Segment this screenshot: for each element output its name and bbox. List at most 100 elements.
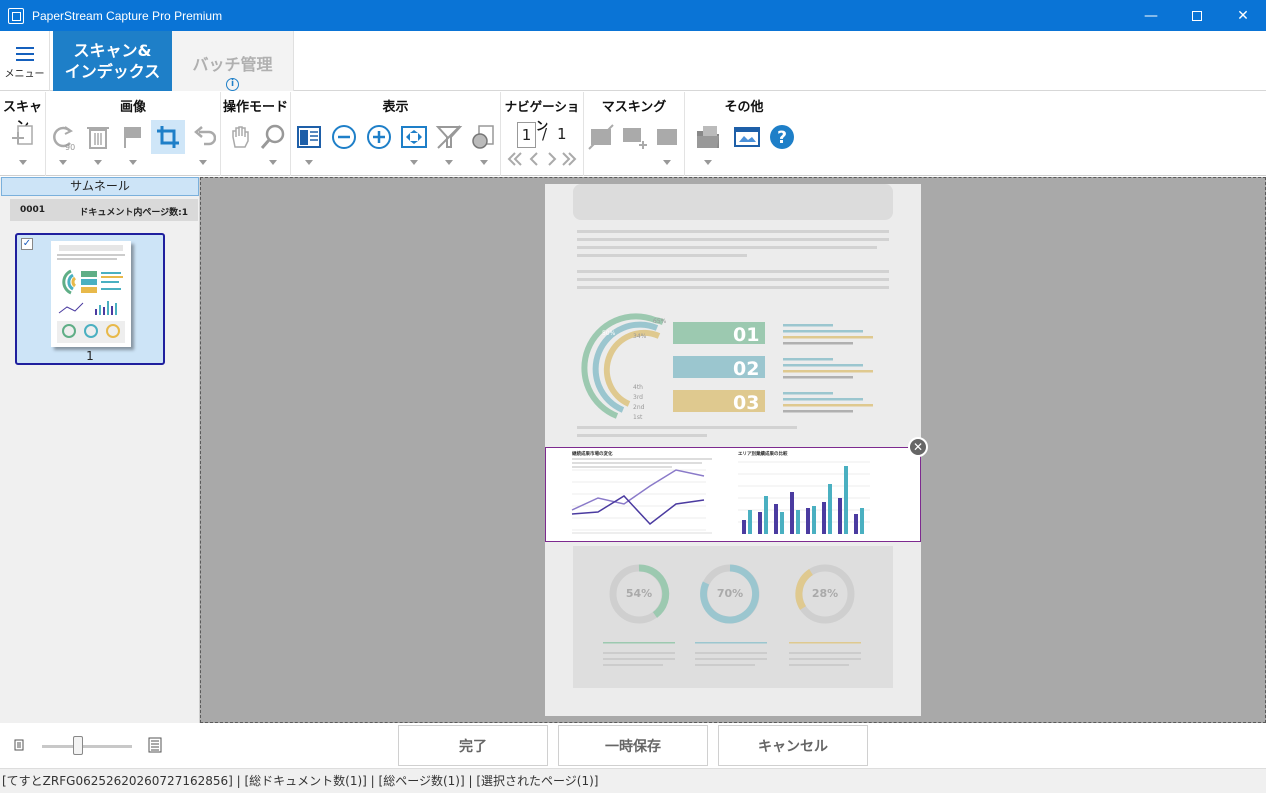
- fit-dropdown-caret[interactable]: [410, 160, 418, 165]
- help-button[interactable]: ?: [765, 120, 799, 154]
- thumbnail-page-image: [51, 241, 131, 347]
- app-icon: [8, 7, 24, 24]
- zoom-in-button[interactable]: [362, 120, 396, 154]
- scan-insert-button[interactable]: [6, 120, 40, 154]
- mask-add-button[interactable]: [617, 120, 651, 154]
- maximize-button[interactable]: [1174, 0, 1220, 31]
- magnifier-icon: [260, 124, 285, 149]
- close-window-button[interactable]: ✕: [1220, 0, 1266, 31]
- zoom-in-icon: [367, 125, 391, 149]
- menu-label: メニュー: [4, 68, 45, 80]
- hand-icon: [232, 126, 249, 148]
- thumbnail-checkbox[interactable]: ✓: [21, 238, 33, 250]
- delete-dropdown-caret[interactable]: [94, 160, 102, 165]
- ring-label-3rd: 3rd: [633, 394, 643, 401]
- large-page-icon: [148, 737, 162, 753]
- window-title: PaperStream Capture Pro Premium: [32, 8, 223, 23]
- zoom-out-button[interactable]: [327, 120, 361, 154]
- group-other-title: その他: [724, 100, 764, 115]
- help-icon: ?: [770, 125, 794, 149]
- filter-icon: [435, 125, 463, 149]
- doc-page-count: ドキュメント内ページ数:1: [79, 208, 188, 218]
- group-masking: マスキング: [584, 92, 685, 176]
- ring-label-65: 65%: [653, 318, 667, 325]
- navigation-arrows: [507, 152, 577, 166]
- scan-insert-icon: [12, 125, 33, 145]
- percent-54: 54%: [625, 587, 653, 600]
- zoom-tool-button[interactable]: [256, 120, 290, 154]
- filter-dropdown-caret[interactable]: [445, 160, 453, 165]
- percent-70: 70%: [716, 587, 744, 600]
- zoom-slider-thumb[interactable]: [73, 736, 83, 755]
- fit-page-button[interactable]: [397, 120, 431, 154]
- group-operation-mode: 操作モード: [221, 92, 291, 176]
- ring-label-34: 34%: [633, 333, 647, 340]
- group-navigation: ナビゲーション 1 / 1: [501, 92, 584, 176]
- page-view-button[interactable]: [292, 120, 326, 154]
- page-view-icon: [297, 126, 321, 148]
- page-thumbnail[interactable]: ✓ 1: [15, 233, 165, 365]
- zoom-slider-track[interactable]: [42, 745, 132, 748]
- flag-button[interactable]: [116, 120, 150, 154]
- document-row[interactable]: 0001 ドキュメント内ページ数:1: [10, 199, 198, 221]
- flag-dropdown-caret[interactable]: [129, 160, 137, 165]
- doc-number: 0001: [20, 205, 46, 215]
- window-view-icon: [734, 127, 760, 147]
- tab-scan-index[interactable]: スキャン& インデックス: [53, 31, 172, 91]
- window-view-button[interactable]: [730, 120, 764, 154]
- group-masking-title: マスキング: [601, 100, 667, 115]
- group-view: 表示: [291, 92, 501, 176]
- doc-number-01: 01: [733, 324, 760, 346]
- crop-button[interactable]: [151, 120, 185, 154]
- hamburger-icon: [15, 46, 34, 61]
- prev-page-icon: [529, 152, 538, 166]
- zoom-dropdown-caret[interactable]: [269, 160, 277, 165]
- output-dropdown-caret[interactable]: [704, 160, 712, 165]
- save-temp-button[interactable]: 一時保存: [558, 725, 708, 766]
- status-bar: [てすとZRFG06252620260727162856] | [総ドキュメント…: [0, 768, 1266, 793]
- doc-number-02: 02: [733, 358, 760, 380]
- delete-button[interactable]: [81, 120, 115, 154]
- color-dropdown-caret[interactable]: [480, 160, 488, 165]
- color-mode-button[interactable]: [467, 120, 501, 154]
- group-view-title: 表示: [382, 100, 409, 115]
- crop-icon: [157, 126, 179, 148]
- ribbon-tabs: メニュー スキャン& インデックス バッチ管理 i: [0, 31, 1266, 91]
- thumbnail-panel: サムネール 0001 ドキュメント内ページ数:1 ✓ 1: [0, 177, 200, 723]
- rotate-icon: 90: [53, 126, 75, 152]
- mask-fill-button[interactable]: [650, 120, 684, 154]
- minimize-button[interactable]: —: [1128, 0, 1174, 31]
- output-button[interactable]: [691, 120, 725, 154]
- mask-remove-button[interactable]: [584, 120, 618, 154]
- tab-scan-index-line1: スキャン&: [73, 41, 152, 60]
- tab-batch-management[interactable]: バッチ管理 i: [172, 31, 294, 91]
- group-other: その他 ?: [685, 92, 803, 176]
- page-view-dropdown-caret[interactable]: [305, 160, 313, 165]
- close-selection-icon[interactable]: ✕: [908, 437, 928, 457]
- crop-selection[interactable]: 継続成果市場の変化 エリア別業績成果の比較: [545, 447, 921, 542]
- mask-dropdown-caret[interactable]: [663, 160, 671, 165]
- undo-dropdown-caret[interactable]: [199, 160, 207, 165]
- ring-label-1st: 1st: [633, 414, 643, 421]
- ring-label-50: 50%: [602, 330, 616, 337]
- menu-button[interactable]: メニュー: [0, 31, 50, 91]
- cancel-button[interactable]: キャンセル: [718, 725, 868, 766]
- rotate-button[interactable]: 90: [46, 120, 80, 154]
- page-number-input[interactable]: 1: [517, 122, 536, 148]
- ring-label-4th: 4th: [633, 384, 643, 391]
- last-page-icon: [562, 152, 577, 166]
- mask-fill-icon: [657, 129, 677, 145]
- scan-dropdown-caret[interactable]: [19, 160, 27, 165]
- undo-button[interactable]: [186, 120, 220, 154]
- group-image-title: 画像: [119, 100, 146, 115]
- folder-icon: [697, 126, 719, 148]
- done-button[interactable]: 完了: [398, 725, 548, 766]
- page-separator: /: [542, 125, 548, 143]
- image-viewer[interactable]: 01 02 03 65% 50% 34% 4th 3rd 2nd 1st 54%…: [200, 177, 1266, 723]
- chart-title-right: エリア別業績成果の比較: [738, 452, 788, 457]
- rotate-dropdown-caret[interactable]: [59, 160, 67, 165]
- toolbar: スキャン 画像 90 操作モード: [0, 92, 1266, 176]
- filter-button[interactable]: [432, 120, 466, 154]
- mask-remove-icon: [588, 124, 614, 150]
- hand-tool-button[interactable]: [223, 120, 257, 154]
